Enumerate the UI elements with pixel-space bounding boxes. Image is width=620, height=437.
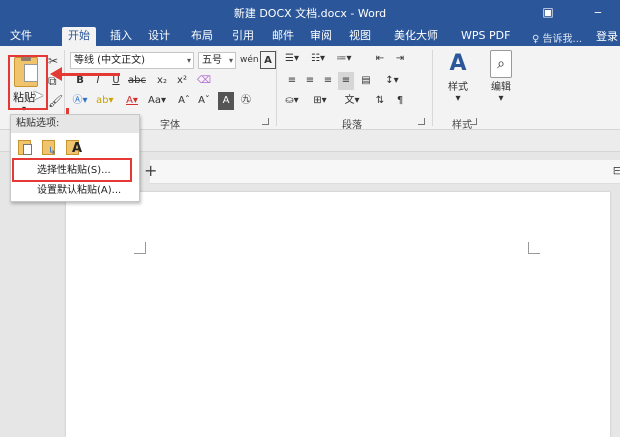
align-right-icon[interactable]: ≡ [320,72,336,90]
window-title: 新建 DOCX 文档.docx - Word [233,7,387,20]
font-size-combo[interactable]: 五号 ▾ [198,52,236,69]
tab-beautify[interactable]: 美化大师 [388,27,444,46]
increase-indent-icon[interactable]: ⇥ [392,50,408,68]
tab-file[interactable]: 文件 [4,27,38,46]
aa-glyph: Aa [148,95,161,106]
styles-dialog-launcher-icon[interactable] [470,118,477,125]
font-color-button[interactable]: A▾ [124,92,140,110]
styles-button[interactable]: A 样式 ▾ [440,50,476,104]
minimize-icon[interactable]: ‒ [585,3,611,21]
font-name-value: 等线 (中文正文) [74,55,145,66]
borders-icon[interactable]: ⊞▾ [312,92,328,110]
margin-corner-tr [528,242,540,254]
align-center-icon[interactable]: ≡ [302,72,318,90]
clear-format-icon[interactable]: ⌫ [196,72,212,90]
font-size-value: 五号 [202,55,222,66]
highlight-button[interactable]: ab▾ [96,92,114,110]
restore-icon[interactable]: ▣ [535,3,561,21]
edit-button[interactable]: ⌕ 编辑 ▾ [486,50,516,104]
chevron-down-icon: ▾ [498,93,504,104]
chinese-layout-icon[interactable]: 文▾ [344,92,360,110]
tab-insert[interactable]: 插入 [104,27,138,46]
shading-icon[interactable]: ⛀▾ [284,92,300,110]
tab-design[interactable]: 设计 [142,27,176,46]
tab-wps-pdf[interactable]: WPS PDF [455,27,516,46]
wen-glyph: wén [240,55,259,65]
text-effects-button[interactable]: Ⓐ▾ [72,92,88,110]
distributed-icon[interactable]: ▤ [358,72,374,90]
search-icon: ⌕ [490,50,512,78]
chevron-down-icon: ▾ [186,56,191,65]
paragraph-group-label: 段落 [342,120,362,131]
paste-special-highlight-box [12,158,132,182]
tell-me-text: 告诉我... [542,34,583,45]
numbering-icon[interactable]: ☷▾ [310,50,326,68]
change-case-button[interactable]: Aa▾ [148,92,166,110]
tell-me-box[interactable]: ♀ 告诉我... [532,30,582,45]
grow-font-button[interactable]: Aˆ [176,92,192,110]
char-shading-button[interactable]: A [218,92,234,110]
justify-icon[interactable]: ≡ [338,72,354,90]
phonetic-guide-button[interactable]: wén [240,51,259,69]
layout-icon[interactable]: ⊟ [613,164,620,177]
chevron-down-icon: ▾ [228,56,233,65]
decrease-indent-icon[interactable]: ⇤ [372,50,388,68]
pointer-arrow-head [50,67,62,81]
superscript-button[interactable]: x² [174,72,190,90]
multilevel-list-icon[interactable]: ≔▾ [336,50,352,68]
keep-source-format-icon[interactable] [15,137,35,157]
title-bar: 新建 DOCX 文档.docx - Word ▣ ‒ [0,0,620,24]
styles-group-label: 样式 [452,120,472,131]
document-tab-strip: + ⊟ [144,160,620,184]
login-link[interactable]: 登录 [596,28,618,44]
tab-layout[interactable]: 布局 [185,27,219,46]
keep-text-only-icon[interactable]: A [63,137,83,157]
paste-highlight-box [8,55,48,110]
bullets-icon[interactable]: ☰▾ [284,50,300,68]
margin-corner-tl [134,242,146,254]
set-default-paste-item[interactable]: 设置默认粘贴(A)... [11,181,121,201]
format-painter-icon[interactable]: 🖌 [48,94,63,108]
add-tab-button[interactable]: + [144,161,157,180]
subscript-button[interactable]: x₂ [154,72,170,90]
tab-view[interactable]: 视图 [343,27,377,46]
edit-label: 编辑 [491,82,511,93]
char-border-button[interactable]: A [260,51,276,69]
font-name-combo[interactable]: 等线 (中文正文) ▾ [70,52,194,69]
tab-review[interactable]: 审阅 [304,27,338,46]
pointer-arrow [60,73,120,76]
enclose-char-icon[interactable]: ㊈ [238,92,254,110]
tab-references[interactable]: 引用 [226,27,260,46]
cut-icon[interactable]: ✂ [48,54,58,68]
tab-mailings[interactable]: 邮件 [266,27,300,46]
paragraph-dialog-launcher-icon[interactable] [418,118,425,125]
paste-options-header: 粘贴选项: [11,115,139,133]
merge-format-icon[interactable]: ↳ [39,137,59,157]
ribbon-tabs: 文件 开始 插入 设计 布局 引用 邮件 审阅 视图 美化大师 WPS PDF … [0,24,620,46]
strikethrough-button[interactable]: abc [128,72,146,90]
show-marks-icon[interactable]: ¶ [392,92,408,110]
shrink-font-button[interactable]: Aˇ [196,92,212,110]
document-page[interactable] [66,192,610,437]
styles-icon: A [449,51,467,76]
font-group-label: 字体 [160,120,180,131]
tab-home[interactable]: 开始 [62,27,96,46]
align-left-icon[interactable]: ≡ [284,72,300,90]
lightbulb-icon: ♀ [532,34,540,45]
styles-label: 样式 [448,82,468,93]
line-spacing-icon[interactable]: ↕▾ [384,72,400,90]
font-dialog-launcher-icon[interactable] [262,118,269,125]
sort-icon[interactable]: ⇅ [372,92,388,110]
chevron-down-icon: ▾ [455,93,461,104]
